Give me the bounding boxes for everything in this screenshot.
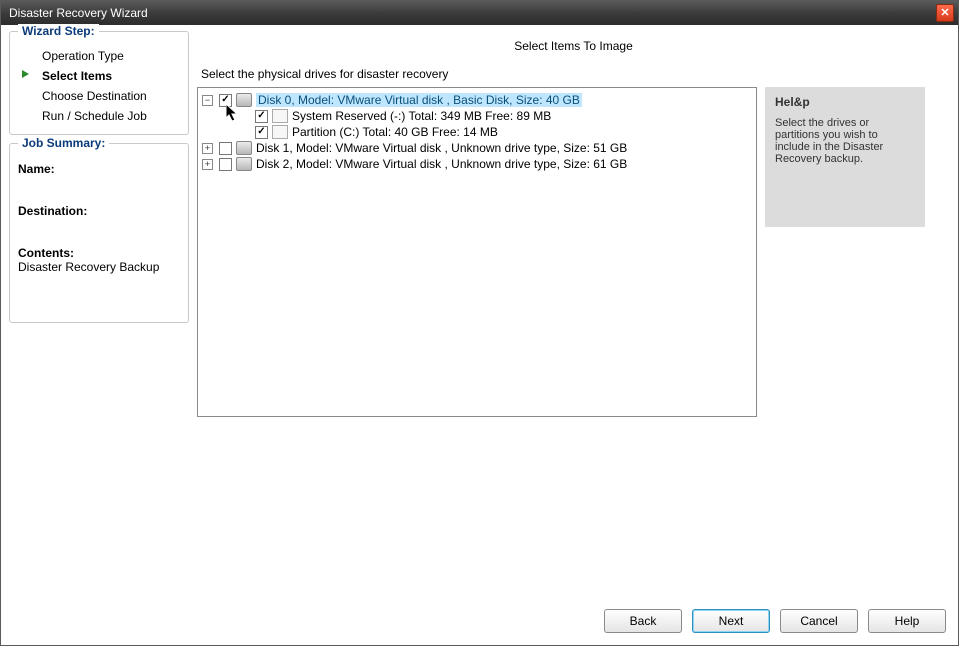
step-select-items[interactable]: Select Items: [18, 66, 180, 86]
disk-row[interactable]: + Disk 1, Model: VMware Virtual disk , Un…: [202, 140, 752, 156]
drive-tree[interactable]: − Disk 0, Model: VMware Virtual disk , Ba…: [197, 87, 757, 417]
summary-destination-label: Destination:: [18, 204, 180, 218]
wizard-steps-legend: Wizard Step:: [18, 24, 99, 38]
expander-icon[interactable]: −: [202, 95, 213, 106]
tree-row-label: System Reserved (-:) Total: 349 MB Free:…: [292, 109, 551, 123]
disk-row[interactable]: − Disk 0, Model: VMware Virtual disk , Ba…: [202, 92, 752, 108]
cancel-button[interactable]: Cancel: [780, 609, 858, 633]
tree-row-label: Disk 0, Model: VMware Virtual disk , Bas…: [256, 93, 582, 107]
tree-row-label: Disk 1, Model: VMware Virtual disk , Unk…: [256, 141, 627, 155]
next-button[interactable]: Next: [692, 609, 770, 633]
help-panel: Hel&p Select the drives or partitions yo…: [765, 87, 925, 227]
partition-icon: [272, 109, 288, 123]
page-title: Select Items To Image: [197, 31, 950, 67]
wizard-steps-group: Wizard Step: Operation Type Select Items…: [9, 31, 189, 135]
tree-row-label: Partition (C:) Total: 40 GB Free: 14 MB: [292, 125, 498, 139]
step-choose-destination[interactable]: Choose Destination: [18, 86, 180, 106]
help-body: Select the drives or partitions you wish…: [775, 117, 915, 165]
expander-placeholder: [238, 111, 249, 122]
wizard-button-row: Back Next Cancel Help: [9, 595, 950, 637]
disk-icon: [236, 141, 252, 155]
summary-destination-value: [18, 218, 180, 232]
back-button[interactable]: Back: [604, 609, 682, 633]
expander-icon[interactable]: +: [202, 143, 213, 154]
help-title: Hel&p: [775, 95, 915, 109]
close-icon: ✕: [940, 8, 949, 19]
tree-row-label: Disk 2, Model: VMware Virtual disk , Unk…: [256, 157, 627, 171]
checkbox[interactable]: [219, 158, 232, 171]
page-instruction: Select the physical drives for disaster …: [197, 67, 950, 87]
checkbox[interactable]: [255, 126, 268, 139]
step-run-schedule[interactable]: Run / Schedule Job: [18, 106, 180, 126]
expander-placeholder: [238, 127, 249, 138]
window-title: Disaster Recovery Wizard: [9, 6, 148, 20]
expander-icon[interactable]: +: [202, 159, 213, 170]
help-button[interactable]: Help: [868, 609, 946, 633]
summary-name-value: [18, 176, 180, 190]
checkbox[interactable]: [219, 142, 232, 155]
wizard-window: Disaster Recovery Wizard ✕ Wizard Step: …: [0, 0, 959, 646]
summary-contents-value: Disaster Recovery Backup: [18, 260, 180, 274]
client-area: Wizard Step: Operation Type Select Items…: [1, 25, 958, 645]
checkbox[interactable]: [255, 110, 268, 123]
close-button[interactable]: ✕: [936, 4, 954, 22]
titlebar[interactable]: Disaster Recovery Wizard ✕: [1, 1, 958, 25]
step-operation-type[interactable]: Operation Type: [18, 46, 180, 66]
disk-icon: [236, 93, 252, 107]
disk-row[interactable]: + Disk 2, Model: VMware Virtual disk , Un…: [202, 156, 752, 172]
checkbox[interactable]: [219, 94, 232, 107]
wizard-steps-list: Operation Type Select Items Choose Desti…: [18, 46, 180, 126]
job-summary-group: Job Summary: Name: Destination: Contents…: [9, 143, 189, 323]
job-summary-legend: Job Summary:: [18, 136, 109, 150]
summary-name-label: Name:: [18, 162, 180, 176]
partition-row[interactable]: System Reserved (-:) Total: 349 MB Free:…: [238, 108, 752, 124]
disk-icon: [236, 157, 252, 171]
partition-row[interactable]: Partition (C:) Total: 40 GB Free: 14 MB: [238, 124, 752, 140]
partition-icon: [272, 125, 288, 139]
summary-contents-label: Contents:: [18, 246, 180, 260]
